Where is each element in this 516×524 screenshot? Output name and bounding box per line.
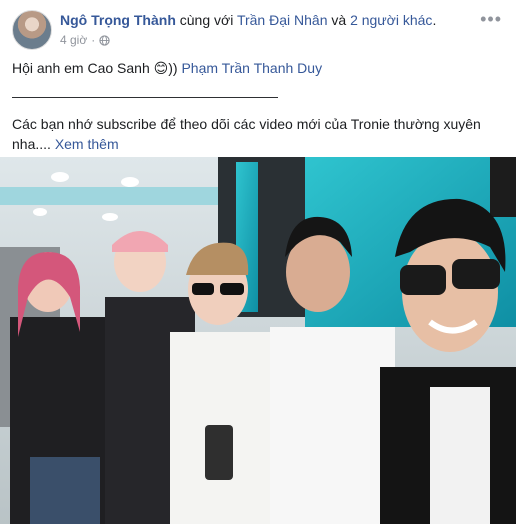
author-avatar[interactable] (12, 10, 52, 50)
others-link[interactable]: 2 người khác (350, 12, 432, 28)
and-text: và (327, 12, 351, 28)
smile-emoji-icon: 😊 (153, 60, 169, 76)
post-meta: 4 giờ · (60, 33, 110, 47)
meta-separator: · (91, 33, 96, 47)
tagged-person-link[interactable]: Trần Đại Nhân (237, 12, 328, 28)
globe-icon[interactable] (99, 34, 110, 46)
post-line-1: Hội anh em Cao Sanh 😊)) Phạm Trần Thanh … (12, 60, 323, 76)
post-time-link[interactable]: 4 giờ (60, 33, 87, 47)
title-end: . (432, 12, 437, 28)
divider-text: ——————————————————— (12, 88, 278, 104)
see-more-link[interactable]: Xem thêm (55, 136, 119, 152)
post-line-3: Các bạn nhớ subscribe để theo dõi các vi… (12, 116, 481, 152)
author-name-link[interactable]: Ngô Trọng Thành (60, 12, 176, 28)
group-selfie-image (0, 157, 516, 524)
post-photo[interactable] (0, 157, 516, 524)
post-title-line: Ngô Trọng Thành cùng với Trần Đại Nhân v… (60, 12, 436, 28)
with-text: cùng với (175, 12, 237, 28)
mention-link[interactable]: Phạm Trần Thanh Duy (181, 60, 322, 76)
post-body: Hội anh em Cao Sanh 😊)) Phạm Trần Thanh … (12, 58, 504, 154)
post-header: Ngô Trọng Thành cùng với Trần Đại Nhân v… (12, 10, 504, 54)
ellipsis-icon[interactable]: ••• (480, 10, 502, 28)
